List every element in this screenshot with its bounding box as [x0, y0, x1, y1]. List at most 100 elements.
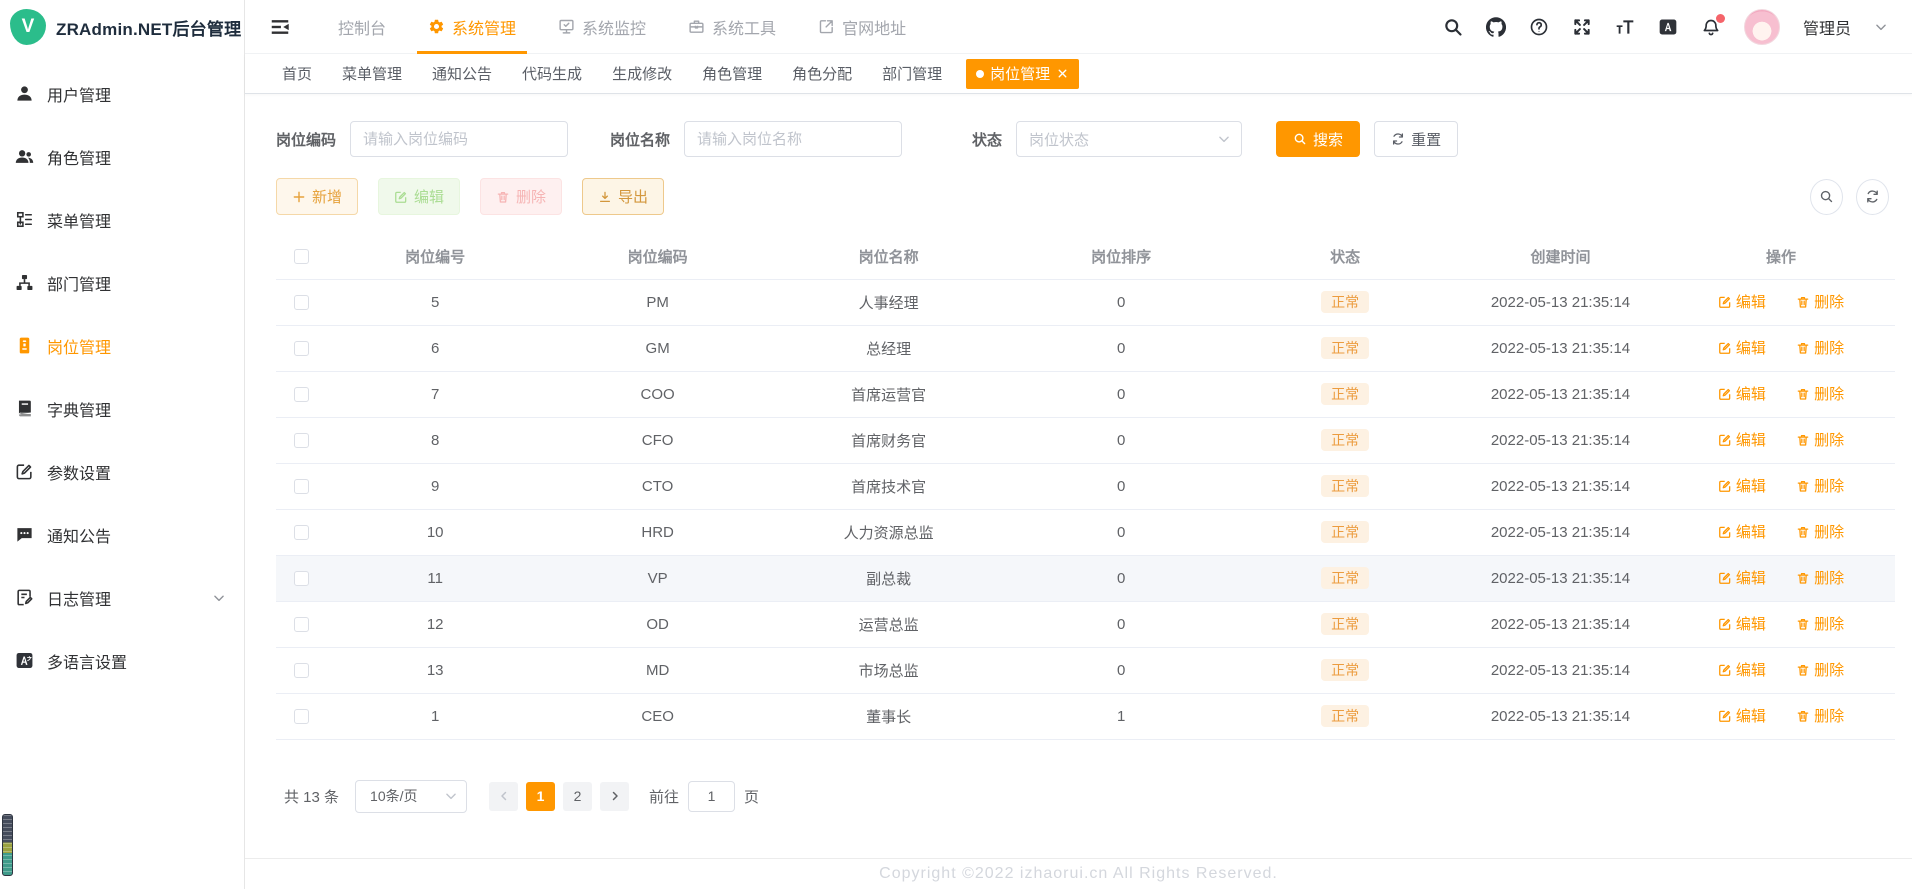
reset-button[interactable]: 重置 [1374, 121, 1459, 157]
row-delete-button[interactable]: 删除 [1796, 567, 1844, 588]
row-delete-label: 删除 [1814, 294, 1845, 312]
language-icon[interactable] [1658, 17, 1678, 37]
tab[interactable]: 通知公告 [417, 63, 507, 84]
sidebar-item[interactable]: 用户管理 [0, 62, 244, 125]
goto-page-input[interactable] [688, 780, 736, 812]
top-menu-item[interactable]: 控制台 [317, 0, 407, 54]
row-checkbox[interactable] [293, 571, 309, 587]
add-button[interactable]: 新增 [276, 178, 359, 215]
post-code-input[interactable] [350, 121, 569, 157]
fullscreen-icon[interactable] [1572, 17, 1592, 37]
row-edit-button[interactable]: 编辑 [1718, 705, 1766, 726]
table-row[interactable]: 12 OD 运营总监 0 正常 2022-05-13 21:35:14 编辑 删… [276, 601, 1895, 648]
chevron-down-icon[interactable] [1874, 20, 1888, 34]
prev-page-button[interactable] [489, 781, 519, 811]
avatar[interactable] [1743, 8, 1780, 45]
table-row[interactable]: 7 COO 首席运营官 0 正常 2022-05-13 21:35:14 编辑 … [276, 371, 1895, 418]
tab[interactable]: 生成修改 [597, 63, 687, 84]
sidebar-item[interactable]: 菜单管理 [0, 188, 244, 251]
refresh-icon[interactable] [1856, 178, 1889, 215]
row-checkbox[interactable] [293, 709, 309, 725]
logo[interactable]: V ZRAdmin.NET后台管理 [0, 0, 244, 54]
tab[interactable]: 代码生成 [507, 63, 597, 84]
bell-icon[interactable] [1701, 13, 1725, 37]
page-size-select[interactable]: 10条/页 [355, 779, 468, 813]
row-checkbox[interactable] [293, 525, 309, 541]
search-icon[interactable] [1443, 17, 1463, 37]
help-icon[interactable] [1529, 17, 1549, 37]
edit-icon [1718, 388, 1731, 400]
row-delete-button[interactable]: 删除 [1796, 429, 1844, 450]
sidebar-item[interactable]: 字典管理 [0, 377, 244, 440]
row-edit-button[interactable]: 编辑 [1718, 337, 1766, 358]
table-row[interactable]: 10 HRD 人力资源总监 0 正常 2022-05-13 21:35:14 编… [276, 509, 1895, 556]
show-search-icon[interactable] [1810, 178, 1843, 215]
row-checkbox[interactable] [293, 341, 309, 357]
table-row[interactable]: 1 CEO 董事长 1 正常 2022-05-13 21:35:14 编辑 删除 [276, 693, 1895, 740]
select-all-checkbox[interactable] [293, 249, 309, 265]
cell-post-code: COO [544, 371, 772, 418]
sidebar-item[interactable]: 日志管理 [0, 566, 244, 629]
tab[interactable]: 角色管理 [687, 63, 777, 84]
row-delete-button[interactable]: 删除 [1796, 337, 1844, 358]
edit-button[interactable]: 编辑 [378, 178, 461, 215]
row-edit-button[interactable]: 编辑 [1718, 383, 1766, 404]
top-menu-item[interactable]: 系统工具 [667, 0, 797, 54]
floating-widget[interactable] [2, 814, 13, 876]
search-button[interactable]: 搜索 [1276, 121, 1361, 157]
sidebar-item[interactable]: 通知公告 [0, 503, 244, 566]
tab[interactable]: 菜单管理 [327, 63, 417, 84]
row-checkbox[interactable] [293, 433, 309, 449]
row-checkbox[interactable] [293, 479, 309, 495]
tab[interactable]: 角色分配 [777, 63, 867, 84]
table-row[interactable]: 13 MD 市场总监 0 正常 2022-05-13 21:35:14 编辑 删… [276, 647, 1895, 694]
row-edit-button[interactable]: 编辑 [1718, 429, 1766, 450]
post-name-input[interactable] [684, 121, 903, 157]
row-delete-button[interactable]: 删除 [1796, 383, 1844, 404]
row-delete-button[interactable]: 删除 [1796, 475, 1844, 496]
tab[interactable]: 岗位管理 [966, 58, 1080, 89]
top-menu-item[interactable]: 官网地址 [797, 0, 927, 54]
sidebar-item[interactable]: 角色管理 [0, 125, 244, 188]
delete-button[interactable]: 删除 [480, 178, 563, 215]
row-checkbox[interactable] [293, 617, 309, 633]
tab[interactable]: 首页 [267, 63, 327, 84]
table-row[interactable]: 6 GM 总经理 0 正常 2022-05-13 21:35:14 编辑 删除 [276, 325, 1895, 372]
row-checkbox[interactable] [293, 663, 309, 679]
row-checkbox[interactable] [293, 387, 309, 403]
table-row[interactable]: 5 PM 人事经理 0 正常 2022-05-13 21:35:14 编辑 删除 [276, 279, 1895, 326]
row-edit-button[interactable]: 编辑 [1718, 613, 1766, 634]
status-select[interactable]: 岗位状态 [1016, 121, 1243, 157]
top-menu-item[interactable]: 系统监控 [537, 0, 667, 54]
row-edit-button[interactable]: 编辑 [1718, 291, 1766, 312]
row-delete-button[interactable]: 删除 [1796, 521, 1844, 542]
sidebar-item[interactable]: 多语言设置 [0, 629, 244, 692]
collapse-sidebar-icon[interactable] [269, 16, 291, 38]
row-edit-button[interactable]: 编辑 [1718, 567, 1766, 588]
page-number-button[interactable]: 2 [563, 781, 593, 811]
github-icon[interactable] [1485, 16, 1506, 37]
close-icon[interactable] [1056, 67, 1069, 80]
export-button[interactable]: 导出 [582, 178, 665, 215]
row-delete-button[interactable]: 删除 [1796, 291, 1844, 312]
table-row[interactable]: 8 CFO 首席财务官 0 正常 2022-05-13 21:35:14 编辑 … [276, 417, 1895, 464]
top-menu-item[interactable]: 系统管理 [407, 0, 537, 54]
next-page-button[interactable] [600, 781, 630, 811]
table-row[interactable]: 9 CTO 首席技术官 0 正常 2022-05-13 21:35:14 编辑 … [276, 463, 1895, 510]
row-checkbox[interactable] [293, 295, 309, 311]
tab[interactable]: 部门管理 [867, 63, 957, 84]
row-delete-button[interactable]: 删除 [1796, 705, 1844, 726]
table-row[interactable]: 11 VP 副总裁 0 正常 2022-05-13 21:35:14 编辑 删除 [276, 555, 1895, 602]
font-size-icon[interactable] [1615, 17, 1635, 37]
row-edit-button[interactable]: 编辑 [1718, 475, 1766, 496]
user-name[interactable]: 管理员 [1803, 15, 1851, 39]
row-delete-button[interactable]: 删除 [1796, 659, 1844, 680]
row-delete-button[interactable]: 删除 [1796, 613, 1844, 634]
sidebar-item[interactable]: 岗位管理 [0, 314, 244, 377]
sidebar-item[interactable]: 部门管理 [0, 251, 244, 314]
app-root: V ZRAdmin.NET后台管理 用户管理 角色管理 菜单管理 部门管理 岗位… [0, 0, 1912, 889]
row-edit-button[interactable]: 编辑 [1718, 659, 1766, 680]
row-edit-button[interactable]: 编辑 [1718, 521, 1766, 542]
sidebar-item[interactable]: 参数设置 [0, 440, 244, 503]
page-number-button[interactable]: 1 [526, 781, 556, 811]
